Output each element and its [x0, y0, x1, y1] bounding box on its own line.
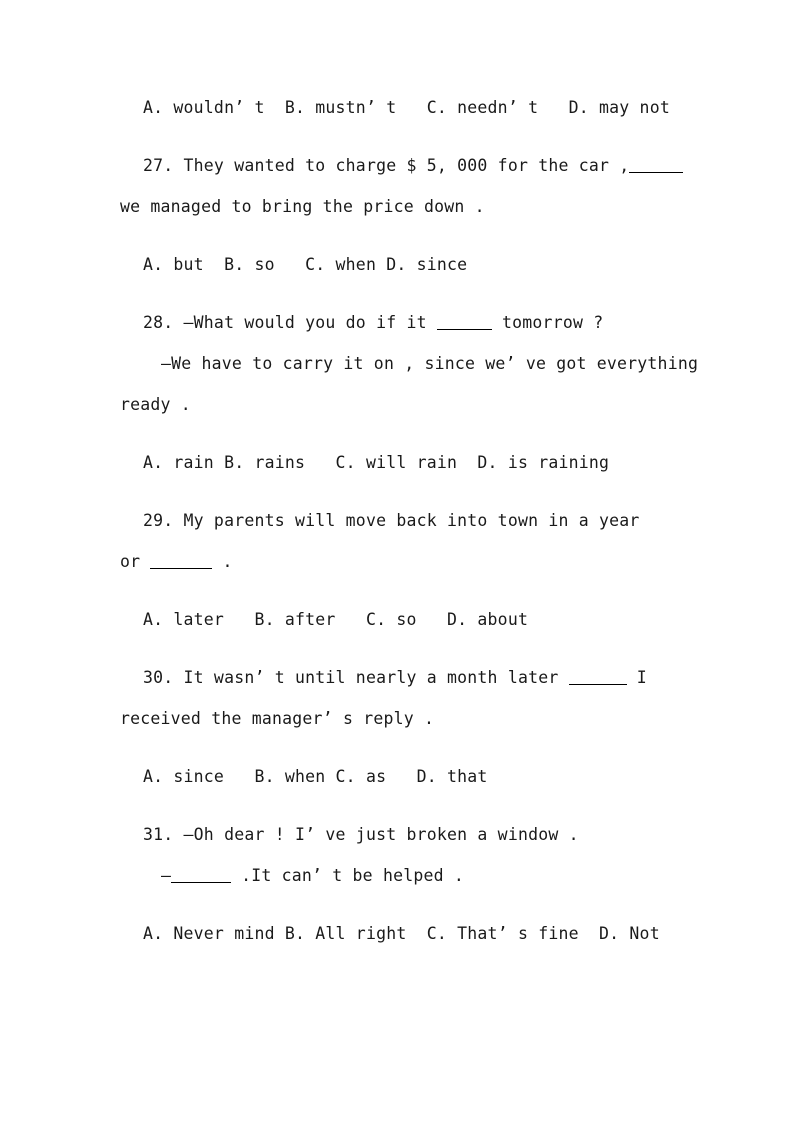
question-30-text-part-1: 30. It wasn’ t until nearly a month late… [143, 668, 569, 687]
question-block-27: 27. They wanted to charge $ 5, 000 for t… [120, 156, 684, 223]
question-29-text-part-1: or [120, 552, 151, 571]
fill-blank-30[interactable] [568, 671, 627, 685]
question-block-29: 29. My parents will move back into town … [120, 511, 676, 578]
question-block-31: 31. —Oh dear ! I’ ve just broken a windo… [120, 825, 676, 892]
answer-options-line-31: A. Never mind B. All right C. That’ s fi… [143, 924, 660, 943]
answer-options-line-27: A. but B. so C. when D. since [143, 255, 468, 274]
question-28-text-part-1: 28. —What would you do if it [143, 313, 437, 332]
answer-options-line-26: A. wouldn’ t B. mustn’ t C. needn’ t D. … [143, 98, 670, 117]
question-31-line-1: 31. —Oh dear ! I’ ve just broken a windo… [143, 825, 579, 844]
question-31-dash: — [161, 866, 171, 885]
question-29-line-1: 29. My parents will move back into town … [143, 511, 640, 530]
question-block-30: 30. It wasn’ t until nearly a month late… [120, 668, 676, 735]
question-27-text-part-1: 27. They wanted to charge $ 5, 000 for t… [143, 156, 630, 175]
question-29-text-part-2: . [212, 552, 233, 571]
question-28-line-3: ready . [120, 395, 191, 414]
question-30-line-1: 30. It wasn’ t until nearly a month late… [120, 668, 676, 694]
fill-blank-27[interactable] [629, 159, 684, 173]
answer-options-line-30: A. since B. when C. as D. that [143, 767, 488, 786]
question-28-text-part-2: tomorrow ? [491, 313, 604, 332]
answer-options-line-29: A. later B. after C. so D. about [143, 610, 529, 629]
question-31-text-part-2: .It can’ t be helped . [230, 866, 465, 885]
question-30-line-2: received the manager’ s reply . [120, 709, 435, 728]
question-28-line-2: —We have to carry it on , since we’ ve g… [161, 354, 699, 373]
answer-options-line-28: A. rain B. rains C. will rain D. is rain… [143, 453, 610, 472]
fill-blank-29[interactable] [150, 555, 213, 569]
fill-blank-31[interactable] [170, 869, 231, 883]
document-text-body: A. wouldn’ t B. mustn’ t C. needn’ t D. … [120, 98, 699, 950]
question-27-line-1: 27. They wanted to charge $ 5, 000 for t… [120, 156, 684, 182]
question-block-28: 28. —What would you do if it tomorrow ? … [120, 313, 699, 421]
fill-blank-28[interactable] [436, 316, 492, 330]
question-28-line-1: 28. —What would you do if it tomorrow ? [120, 313, 676, 339]
document-page: A. wouldn’ t B. mustn’ t C. needn’ t D. … [0, 0, 794, 1123]
question-29-line-2: or . [120, 552, 676, 578]
question-31-line-2: — .It can’ t be helped . [120, 866, 676, 892]
question-27-line-2: we managed to bring the price down . [120, 197, 485, 216]
question-30-text-part-2: I [626, 668, 647, 687]
